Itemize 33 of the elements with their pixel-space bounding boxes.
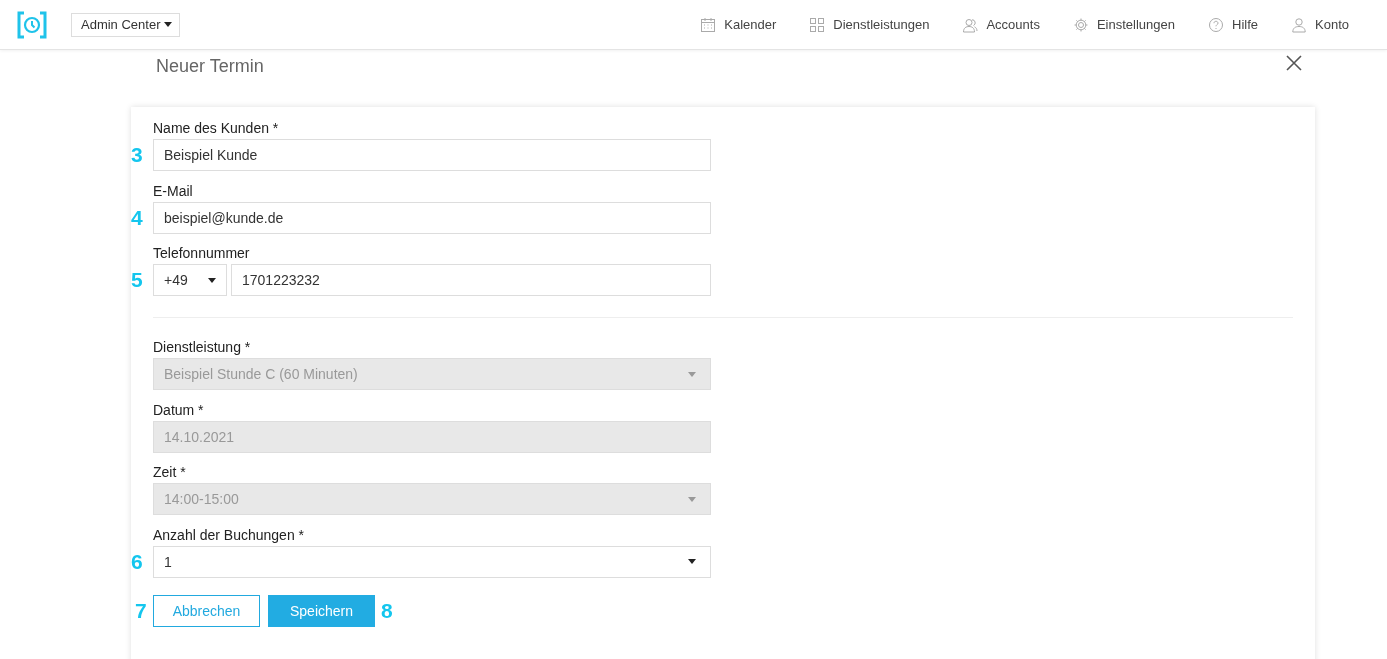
users-icon	[962, 16, 979, 33]
step-marker: 7	[135, 598, 148, 623]
user-icon	[1291, 16, 1307, 33]
help-icon	[1208, 16, 1224, 33]
field-label: E-Mail	[153, 181, 194, 201]
field-label: Name des Kunden *	[153, 119, 280, 138]
settings-icon	[1072, 16, 1089, 33]
step-marker: 3	[131, 143, 143, 167]
field-label: Datum *	[153, 400, 205, 420]
grid-icon	[809, 16, 826, 33]
nav-link[interactable]: Accounts	[962, 16, 1040, 33]
nav-link[interactable]: Dienstleistungen	[809, 16, 930, 33]
dialog-title: Neuer Termin	[156, 56, 264, 77]
field-label: Anzahl der Buchungen *	[153, 525, 305, 545]
admin-center-dropdown[interactable]: Admin Center	[71, 12, 181, 37]
calendar-icon	[700, 16, 717, 33]
step-marker: 4	[131, 205, 143, 230]
nav-link[interactable]: Kalender	[700, 16, 777, 33]
country-code-select[interactable]: +49	[153, 264, 227, 296]
input-field[interactable]: Beispiel Kunde	[153, 139, 711, 171]
nav-link[interactable]: Konto	[1291, 16, 1349, 33]
nav-link[interactable]: Hilfe	[1208, 16, 1258, 33]
step-marker: 8	[381, 598, 393, 623]
close-icon[interactable]	[1286, 55, 1302, 71]
nav-link[interactable]: Einstellungen	[1072, 16, 1175, 33]
field-label: Zeit *	[153, 463, 187, 482]
field-label: Telefonnummer	[153, 244, 251, 263]
step-marker: 5	[131, 268, 143, 292]
field-label: Dienstleistung *	[153, 338, 252, 357]
input-field[interactable]: beispiel@kunde.de	[153, 201, 711, 234]
phone-input-field[interactable]: 1701223232	[231, 264, 711, 296]
step-marker: 6	[131, 549, 143, 574]
select-field[interactable]: 1	[153, 545, 711, 578]
